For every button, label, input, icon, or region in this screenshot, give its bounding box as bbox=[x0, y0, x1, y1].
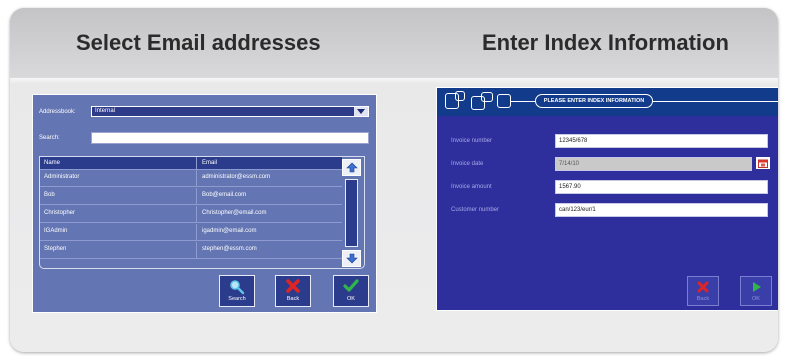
red-x-icon bbox=[276, 279, 310, 295]
cell-email: administrator@essm.com bbox=[202, 174, 271, 180]
green-triangle-icon bbox=[741, 281, 771, 293]
invoice-number-label: Invoice number bbox=[451, 138, 493, 144]
screen-title: PLEASE ENTER INDEX INFORMATION bbox=[535, 94, 653, 108]
index-title-bar: PLEASE ENTER INDEX INFORMATION bbox=[437, 88, 778, 116]
red-x-icon bbox=[688, 281, 718, 293]
ok-button[interactable]: OK bbox=[333, 275, 369, 307]
search-label: Search: bbox=[39, 135, 60, 141]
cell-name: Administrator bbox=[44, 174, 80, 180]
decoration bbox=[497, 94, 511, 108]
invoice-amount-label: Invoice amount bbox=[451, 184, 492, 190]
ok-button-label: OK bbox=[347, 296, 355, 302]
table-scrollbar[interactable] bbox=[342, 159, 361, 267]
invoice-amount-field[interactable]: 1567.90 bbox=[555, 180, 768, 194]
table-header: Name Email bbox=[40, 157, 342, 170]
address-table: Name Email Administrator administrator@e… bbox=[39, 156, 365, 269]
cell-email: Bob@email.com bbox=[202, 192, 247, 198]
arrow-up-icon[interactable] bbox=[342, 159, 361, 176]
header-divider bbox=[10, 78, 778, 84]
table-row[interactable]: Stephen stephen@essm.com bbox=[40, 242, 342, 259]
cell-email: Christopher@email.com bbox=[202, 210, 267, 216]
search-input[interactable] bbox=[91, 132, 369, 144]
cell-email: igadmin@email.com bbox=[202, 228, 257, 234]
calendar-icon[interactable] bbox=[756, 157, 770, 169]
invoice-date-field[interactable]: 7/14/10 bbox=[555, 157, 752, 171]
chevron-down-icon[interactable] bbox=[354, 107, 368, 116]
left-heading: Select Email addresses bbox=[76, 30, 321, 55]
ok-button-label: OK bbox=[752, 296, 760, 302]
search-button[interactable]: Search bbox=[219, 275, 255, 307]
addressbook-label: Addressbook: bbox=[39, 109, 76, 115]
column-header-name: Name bbox=[44, 160, 61, 166]
search-button-label: Search bbox=[228, 296, 246, 302]
invoice-number-field[interactable]: 12345/678 bbox=[555, 134, 768, 148]
column-header-email: Email bbox=[202, 160, 218, 166]
cell-name: Christopher bbox=[44, 210, 76, 216]
decoration bbox=[455, 91, 465, 101]
table-row[interactable]: Christopher Christopher@email.com bbox=[40, 206, 342, 223]
ok-button[interactable]: OK bbox=[740, 276, 772, 306]
addressbook-value: Internal bbox=[95, 108, 116, 114]
title-rule bbox=[511, 101, 535, 102]
decoration bbox=[481, 92, 493, 102]
customer-number-label: Customer number bbox=[451, 207, 500, 213]
back-button[interactable]: Back bbox=[275, 275, 311, 307]
table-row[interactable]: IGAdmin igadmin@email.com bbox=[40, 224, 342, 241]
scroll-track[interactable] bbox=[345, 179, 358, 247]
email-select-screen: Addressbook: Internal Search: Name Email… bbox=[32, 94, 377, 313]
green-check-icon bbox=[334, 279, 368, 295]
title-rule bbox=[653, 101, 778, 102]
customer-number-field[interactable]: can/123/eur/1 bbox=[555, 203, 768, 217]
cell-name: Bob bbox=[44, 192, 55, 198]
back-button-label: Back bbox=[286, 296, 300, 302]
cell-name: Stephen bbox=[44, 246, 67, 252]
addressbook-dropdown[interactable]: Internal bbox=[91, 106, 369, 117]
back-button[interactable]: Back bbox=[687, 276, 719, 306]
right-heading: Enter Index Information bbox=[482, 30, 729, 55]
table-row[interactable]: Administrator administrator@essm.com bbox=[40, 170, 342, 187]
arrow-down-icon[interactable] bbox=[342, 250, 361, 267]
cell-email: stephen@essm.com bbox=[202, 246, 257, 252]
cell-name: IGAdmin bbox=[44, 228, 68, 234]
invoice-date-label: Invoice date bbox=[451, 161, 484, 167]
feature-card: Select Email addresses Enter Index Infor… bbox=[10, 8, 778, 352]
index-info-screen: PLEASE ENTER INDEX INFORMATION Invoice n… bbox=[436, 87, 778, 311]
table-row[interactable]: Bob Bob@email.com bbox=[40, 188, 342, 205]
back-button-label: Back bbox=[696, 296, 710, 302]
magnifier-icon bbox=[220, 279, 254, 295]
